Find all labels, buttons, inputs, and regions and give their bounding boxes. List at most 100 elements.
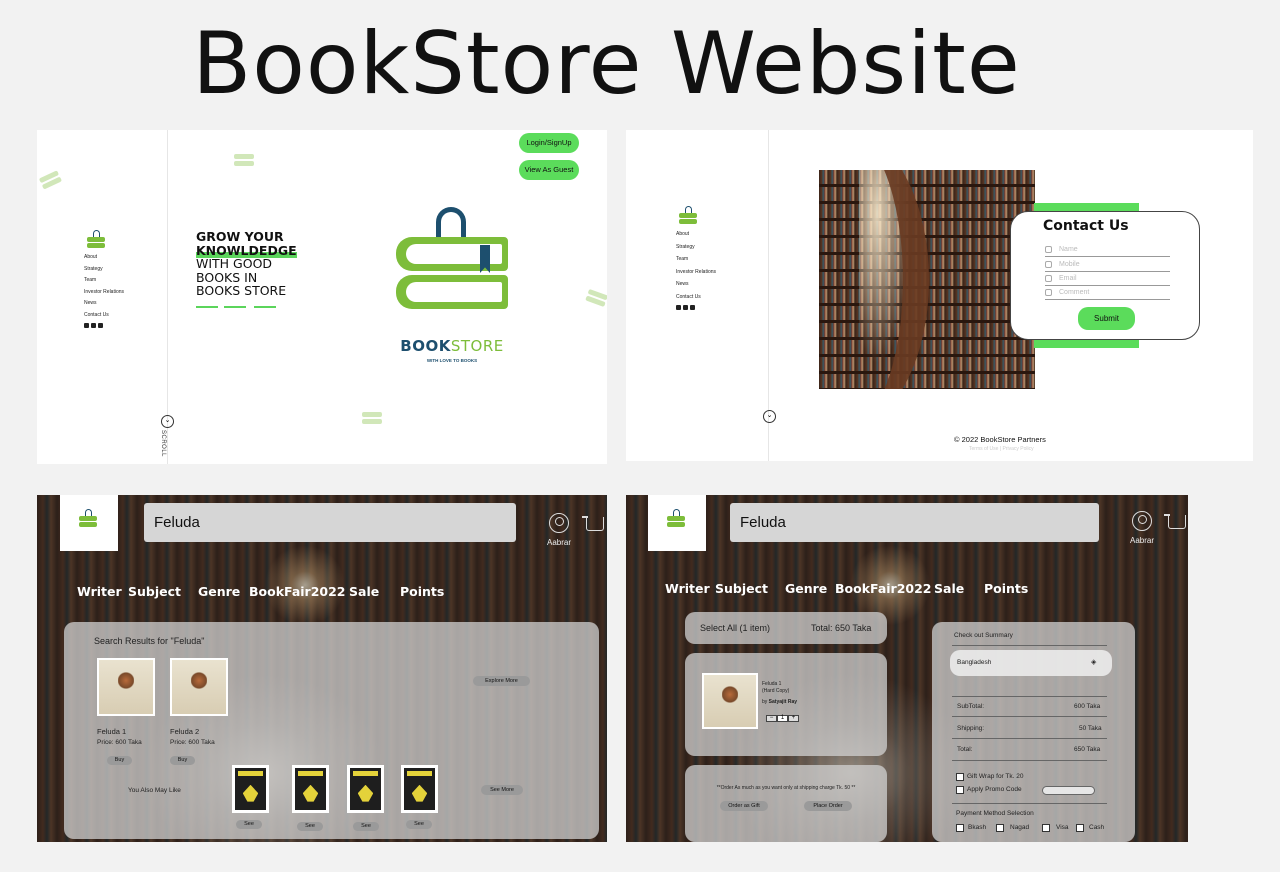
quantity-increase-button[interactable]: +	[788, 715, 799, 722]
total-label: Total:	[957, 746, 973, 753]
select-all-checkbox[interactable]: Select All (1 item)	[700, 623, 770, 633]
login-signup-button[interactable]: Login/SignUp	[519, 133, 579, 153]
buy-button[interactable]: Buy	[107, 756, 132, 765]
payment-nagad-label: Nagad	[1010, 824, 1030, 831]
sidebar-item-team[interactable]: Team	[84, 275, 124, 287]
cart-item-title[interactable]: Feluda 1	[762, 681, 781, 687]
sidebar-item-team[interactable]: Team	[676, 253, 716, 266]
cart-item-format: (Hard Copy)	[762, 688, 790, 694]
payment-cash-checkbox[interactable]	[1076, 824, 1084, 832]
book-price: Price: 600 Taka	[170, 739, 215, 746]
book-title[interactable]: Feluda 2	[170, 727, 199, 736]
nav-genre[interactable]: Genre	[198, 584, 240, 599]
book-cover[interactable]	[702, 673, 758, 729]
nav-points[interactable]: Points	[984, 581, 1028, 596]
sidebar-item-about[interactable]: About	[676, 228, 716, 241]
nav-subject[interactable]: Subject	[715, 581, 768, 596]
name-field[interactable]: Name	[1045, 243, 1170, 257]
sidebar-item-contact-us[interactable]: Contact Us	[676, 291, 716, 304]
mobile-field[interactable]: Mobile	[1045, 258, 1170, 272]
nav-sale[interactable]: Sale	[349, 584, 379, 599]
instagram-icon[interactable]	[683, 305, 688, 310]
twitter-icon[interactable]	[690, 305, 695, 310]
book-cover[interactable]	[232, 765, 269, 813]
sidebar-item-investor-relations[interactable]: Investor Relations	[676, 266, 716, 279]
search-input[interactable]	[144, 503, 516, 542]
nav-bookfair2022[interactable]: BookFair2022	[835, 581, 932, 596]
sidebar-item-investor-relations[interactable]: Investor Relations	[84, 287, 124, 299]
nav-bookfair2022[interactable]: BookFair2022	[249, 584, 346, 599]
promo-code-checkbox[interactable]	[956, 786, 964, 794]
book-cover[interactable]	[97, 658, 155, 716]
search-input[interactable]	[730, 503, 1099, 542]
chevron-down-icon[interactable]: ⌄	[763, 410, 776, 423]
user-icon[interactable]	[549, 513, 569, 533]
quantity-value[interactable]: 1	[777, 715, 788, 722]
user-name: Aabrar	[547, 538, 572, 547]
cart-header: Select All (1 item) Total: 650 Taka	[685, 612, 887, 644]
hero-line: BOOKS STORE	[196, 283, 287, 298]
comment-field[interactable]: Comment	[1045, 286, 1170, 300]
book-cover[interactable]	[347, 765, 384, 813]
book-cover[interactable]	[292, 765, 329, 813]
payment-bkash-checkbox[interactable]	[956, 824, 964, 832]
quantity-decrease-button[interactable]: −	[766, 715, 777, 722]
payment-visa-checkbox[interactable]	[1042, 824, 1050, 832]
sidebar-item-news[interactable]: News	[84, 298, 124, 310]
nav-writer[interactable]: Writer	[665, 581, 710, 596]
place-order-button[interactable]: Place Order	[804, 801, 852, 811]
book-title[interactable]: Feluda 1	[97, 727, 126, 736]
nav-genre[interactable]: Genre	[785, 581, 827, 596]
sidebar-item-about[interactable]: About	[84, 252, 124, 264]
promo-code-input[interactable]	[1042, 786, 1095, 795]
payment-nagad-checkbox[interactable]	[996, 824, 1004, 832]
bookstore-logo	[84, 228, 110, 252]
nav-points[interactable]: Points	[400, 584, 444, 599]
see-button[interactable]: See	[297, 822, 323, 831]
footer-links[interactable]: Terms of Use | Privacy Policy	[802, 446, 1252, 452]
mail-icon	[1045, 275, 1052, 282]
payment-visa-label: Visa	[1056, 824, 1069, 831]
total-value: 650 Taka	[1074, 746, 1101, 753]
library-photo	[819, 170, 1035, 389]
submit-button[interactable]: Submit	[1078, 307, 1135, 330]
landing-screen: About Strategy Team Investor Relations N…	[37, 130, 607, 464]
cart-item-author: by Satyajit Ray	[762, 699, 798, 705]
twitter-icon[interactable]	[98, 323, 103, 328]
bookstore-logo[interactable]	[60, 495, 118, 551]
email-field[interactable]: Email	[1045, 272, 1170, 286]
footer-copyright: © 2022 BookStore Partners	[954, 435, 1046, 444]
shipping-note: **Order As much as you want only at ship…	[716, 785, 856, 791]
see-button[interactable]: See	[236, 820, 262, 829]
checkout-screen: Aabrar Writer Subject Genre BookFair2022…	[626, 495, 1188, 842]
user-icon[interactable]	[1132, 511, 1152, 531]
nav-sale[interactable]: Sale	[934, 581, 964, 596]
payment-cash-label: Cash	[1089, 824, 1105, 831]
instagram-icon[interactable]	[91, 323, 96, 328]
nav-writer[interactable]: Writer	[77, 584, 122, 599]
country-select[interactable]: Bangladesh ◈	[950, 650, 1112, 676]
quantity-stepper[interactable]: − 1 +	[766, 715, 799, 722]
book-cover[interactable]	[170, 658, 228, 716]
gift-wrap-checkbox[interactable]	[956, 773, 964, 781]
sidebar-item-strategy[interactable]: Strategy	[676, 241, 716, 254]
see-button[interactable]: See	[353, 822, 379, 831]
cart-icon[interactable]	[582, 516, 604, 531]
bookstore-logo[interactable]	[648, 495, 706, 551]
view-as-guest-button[interactable]: View As Guest	[519, 160, 579, 180]
search-results-screen: Aabrar Writer Subject Genre BookFair2022…	[37, 495, 607, 842]
sidebar-item-news[interactable]: News	[676, 278, 716, 291]
chevron-down-icon[interactable]: ⌄	[161, 415, 174, 428]
sidebar-item-strategy[interactable]: Strategy	[84, 264, 124, 276]
order-as-gift-button[interactable]: Order as Gift	[720, 801, 768, 811]
facebook-icon[interactable]	[676, 305, 681, 310]
facebook-icon[interactable]	[84, 323, 89, 328]
see-more-button[interactable]: See More	[481, 785, 523, 795]
cart-icon[interactable]	[1164, 514, 1186, 529]
book-cover[interactable]	[401, 765, 438, 813]
nav-subject[interactable]: Subject	[128, 584, 181, 599]
explore-more-button[interactable]: Explore More	[473, 676, 530, 686]
sidebar-item-contact-us[interactable]: Contact Us	[84, 310, 124, 322]
see-button[interactable]: See	[406, 820, 432, 829]
buy-button[interactable]: Buy	[170, 756, 195, 765]
